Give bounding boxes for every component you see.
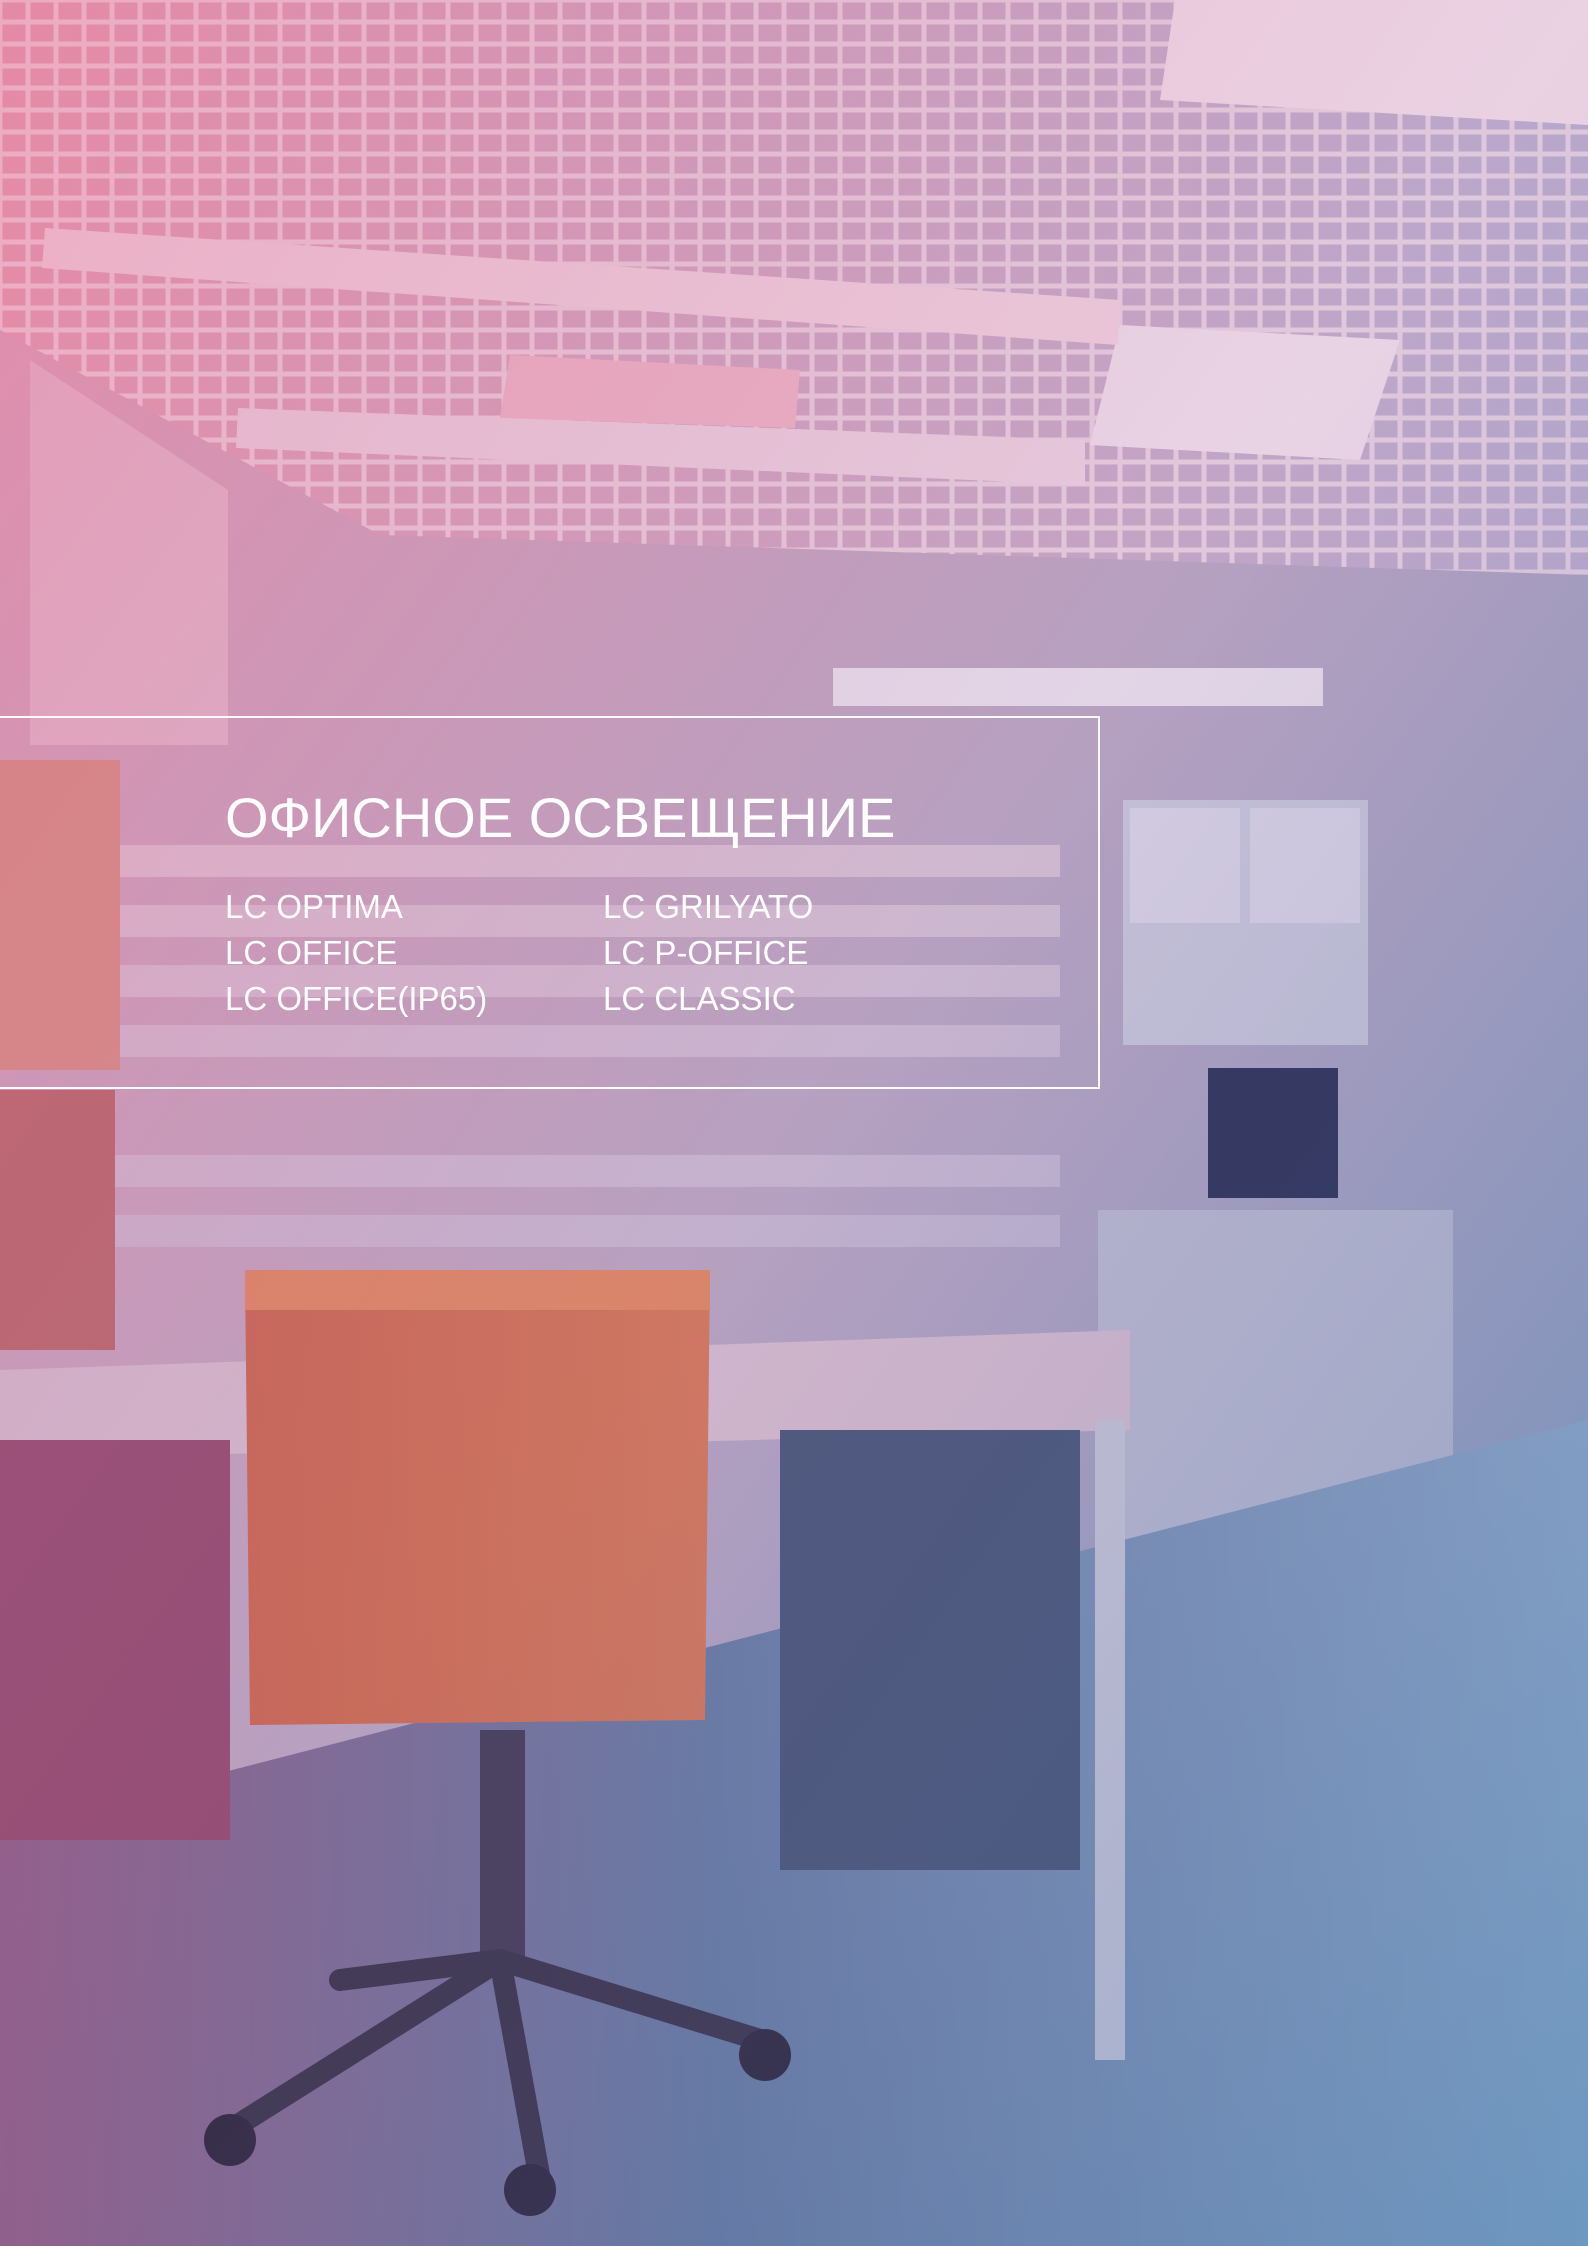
product-item: LC OPTIMA (225, 888, 403, 925)
product-item: LC P-OFFICE (603, 934, 809, 971)
product-item: LC CLASSIC (603, 980, 796, 1017)
page-title: ОФИСНОЕ ОСВЕЩЕНИЕ (225, 786, 896, 849)
office-photo-background (0, 0, 1588, 2246)
product-item: LC OFFICE(IP65) (225, 980, 488, 1017)
product-list-right: LC GRILYATO LC P-OFFICE LC CLASSIC (603, 884, 813, 1022)
product-list-left: LC OPTIMA LC OFFICE LC OFFICE(IP65) (225, 884, 487, 1022)
title-frame (0, 716, 1100, 1089)
product-item: LC GRILYATO (603, 888, 814, 925)
product-item: LC OFFICE (225, 934, 398, 971)
